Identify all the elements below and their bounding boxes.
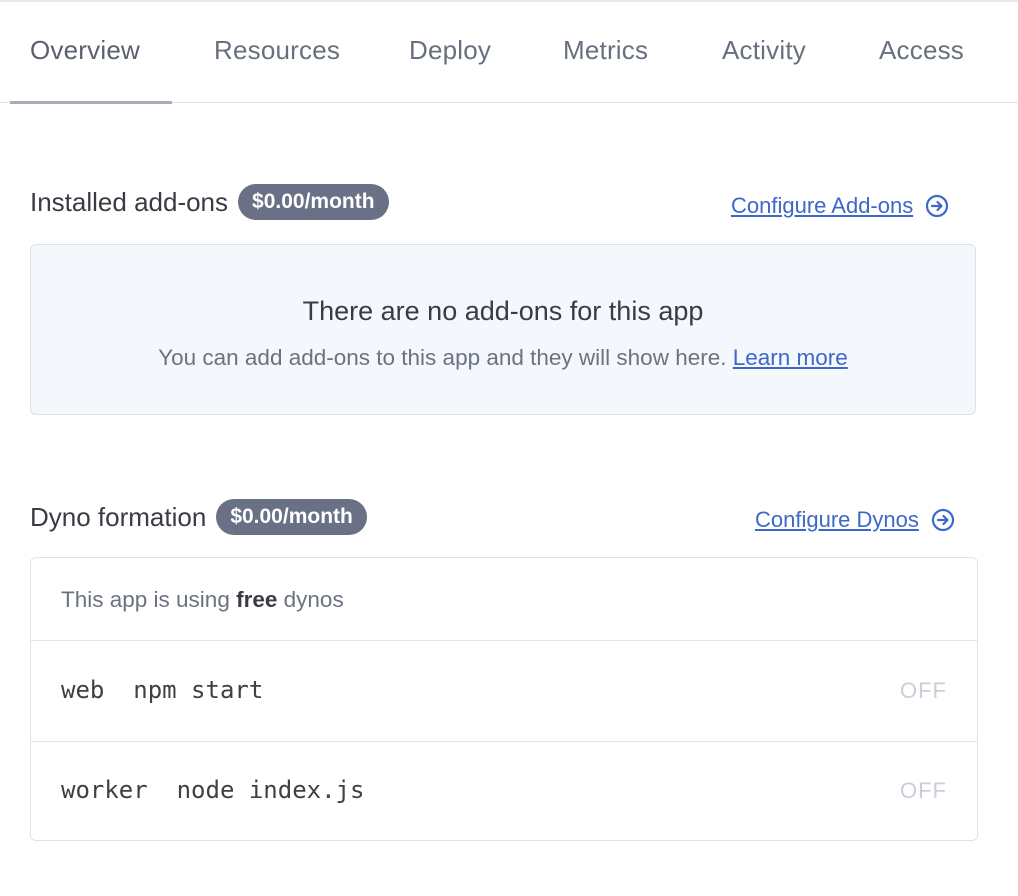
addons-empty-state: There are no add-ons for this app You ca… xyxy=(30,244,976,415)
tab-overview[interactable]: Overview xyxy=(30,35,140,66)
dynos-title: Dyno formation xyxy=(30,501,207,532)
tab-metrics[interactable]: Metrics xyxy=(563,35,648,66)
empty-state-description: You can add add-ons to this app and they… xyxy=(158,345,727,370)
dyno-formation-panel: This app is using free dynos web npm sta… xyxy=(30,557,978,841)
tab-deploy[interactable]: Deploy xyxy=(409,35,491,66)
addons-cost-badge: $0.00/month xyxy=(238,184,389,220)
dynos-cost-badge: $0.00/month xyxy=(216,499,367,535)
dyno-row-web[interactable]: web npm start OFF xyxy=(31,641,977,741)
active-tab-indicator xyxy=(10,101,172,104)
dyno-state: OFF xyxy=(900,778,947,803)
addons-header: Installed add-ons $0.00/month xyxy=(30,184,389,220)
configure-dynos-label: Configure Dynos xyxy=(755,507,919,532)
configure-addons-link[interactable]: Configure Add-ons xyxy=(731,193,949,219)
dyno-info-prefix: This app is using xyxy=(61,587,230,612)
addons-title: Installed add-ons xyxy=(30,186,229,217)
dyno-info-type: free xyxy=(236,587,278,612)
tab-resources[interactable]: Resources xyxy=(214,35,340,66)
configure-dynos-link[interactable]: Configure Dynos xyxy=(755,507,955,533)
tab-activity[interactable]: Activity xyxy=(722,35,806,66)
arrow-circle-right-icon xyxy=(931,508,954,532)
learn-more-link[interactable]: Learn more xyxy=(733,345,848,370)
empty-state-title: There are no add-ons for this app xyxy=(302,296,704,326)
arrow-circle-right-icon xyxy=(926,194,949,218)
dyno-type-info: This app is using free dynos xyxy=(61,587,344,613)
configure-addons-label: Configure Add-ons xyxy=(731,193,914,218)
dyno-row-worker[interactable]: worker node index.js OFF xyxy=(31,741,977,841)
dyno-info-suffix: dynos xyxy=(283,587,344,612)
dyno-state: OFF xyxy=(900,678,947,703)
dynos-header: Dyno formation $0.00/month xyxy=(30,499,367,535)
dyno-command: web npm start xyxy=(61,676,264,704)
app-tabs: Overview Resources Deploy Metrics Activi… xyxy=(0,6,1018,104)
empty-state-text: You can add add-ons to this app and they… xyxy=(31,345,975,371)
dyno-command: worker node index.js xyxy=(61,776,365,804)
tab-access[interactable]: Access xyxy=(879,35,964,66)
